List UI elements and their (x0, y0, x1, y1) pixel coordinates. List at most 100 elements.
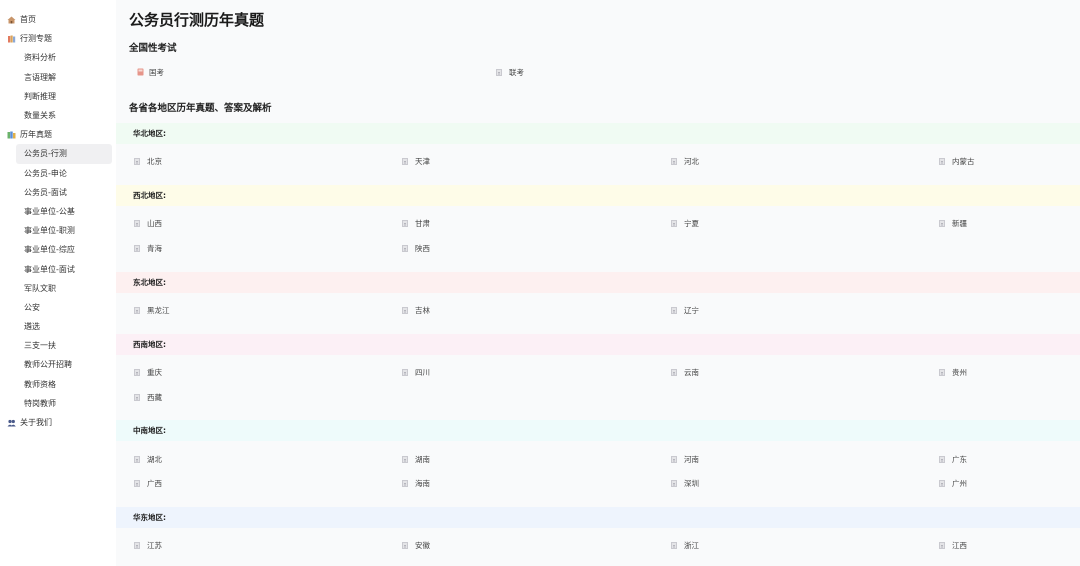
sidebar-item-data-analysis[interactable]: 资料分析 (0, 48, 116, 67)
document-icon (402, 158, 408, 165)
link-jilin[interactable]: 吉林 (402, 305, 430, 316)
document-icon (671, 220, 677, 227)
sidebar-item-reasoning[interactable]: 判断推理 (0, 87, 116, 106)
sidebar-item-label: 关于我们 (20, 418, 52, 428)
link-label: 西藏 (147, 393, 162, 402)
document-icon (671, 307, 677, 314)
document-icon (496, 69, 502, 76)
link-henan[interactable]: 河南 (671, 454, 699, 465)
link-shanxi[interactable]: 山西 (134, 218, 162, 229)
link-sichuan[interactable]: 四川 (402, 367, 430, 378)
sidebar-item-label: 特岗教师 (24, 398, 56, 408)
sidebar-item-teacher-recruit[interactable]: 教师公开招聘 (0, 355, 116, 374)
sidebar-item-public-zhice[interactable]: 事业单位-职测 (0, 221, 116, 240)
link-label: 河北 (684, 157, 699, 166)
link-hebei[interactable]: 河北 (671, 156, 699, 167)
link-beijing[interactable]: 北京 (134, 156, 162, 167)
sidebar-item-label: 言语理解 (24, 72, 56, 82)
sidebar-item-label: 公务员-行测 (24, 149, 67, 159)
link-chongqing[interactable]: 重庆 (134, 367, 162, 378)
sidebar-item-label: 数量关系 (24, 111, 56, 121)
link-guokao[interactable]: 国考 (137, 67, 164, 78)
document-icon (939, 480, 945, 487)
link-heilongjiang[interactable]: 黑龙江 (134, 305, 170, 316)
sidebar-item-label: 判断推理 (24, 91, 56, 101)
main-content: 公务员行测历年真题 全国性考试 国考 联考 各省各地区历年真题、答案及解析 华北… (116, 0, 1080, 566)
link-xinjiang[interactable]: 新疆 (939, 218, 967, 229)
link-hubei[interactable]: 湖北 (134, 454, 162, 465)
sidebar-item-label: 军队文职 (24, 283, 56, 293)
link-zhejiang[interactable]: 浙江 (671, 540, 699, 551)
sidebar-item-label: 首页 (20, 15, 36, 25)
sidebar-item-public-interview[interactable]: 事业单位-面试 (0, 259, 116, 278)
sidebar-item-special-teacher[interactable]: 特岗教师 (0, 394, 116, 413)
link-label: 重庆 (147, 368, 162, 377)
link-label: 甘肃 (415, 219, 430, 228)
document-icon (402, 220, 408, 227)
link-hunan[interactable]: 湖南 (402, 454, 430, 465)
link-shaanxi[interactable]: 陕西 (402, 243, 430, 254)
link-guangzhou[interactable]: 广州 (939, 478, 967, 489)
sidebar-item-label: 行测专题 (20, 34, 52, 44)
sidebar-item-public-zongying[interactable]: 事业单位-综应 (0, 240, 116, 259)
document-icon (402, 542, 408, 549)
sidebar-item-label: 公务员-申论 (24, 168, 67, 178)
sidebar-item-civil-interview[interactable]: 公务员-面试 (0, 183, 116, 202)
link-label: 江苏 (147, 541, 162, 550)
link-label: 山西 (147, 219, 162, 228)
link-liaoning[interactable]: 辽宁 (671, 305, 699, 316)
document-icon (402, 480, 408, 487)
link-shenzhen[interactable]: 深圳 (671, 478, 699, 489)
sidebar-item-selection[interactable]: 遴选 (0, 317, 116, 336)
link-anhui[interactable]: 安徽 (402, 540, 430, 551)
books-stack-icon (7, 131, 16, 139)
document-icon (134, 245, 140, 252)
sidebar-item-civil-xingce[interactable]: 公务员-行测 (16, 144, 112, 164)
sidebar-item-label: 历年真题 (20, 130, 52, 140)
link-label: 黑龙江 (147, 306, 170, 315)
sidebar-item-teacher-cert[interactable]: 教师资格 (0, 375, 116, 394)
link-qinghai[interactable]: 青海 (134, 243, 162, 254)
link-hainan[interactable]: 海南 (402, 478, 430, 489)
sidebar-item-public-gongji[interactable]: 事业单位-公基 (0, 202, 116, 221)
link-label: 内蒙古 (952, 157, 975, 166)
link-label: 云南 (684, 368, 699, 377)
link-guangxi[interactable]: 广西 (134, 478, 162, 489)
link-xizang[interactable]: 西藏 (134, 392, 162, 403)
link-gansu[interactable]: 甘肃 (402, 218, 430, 229)
link-label: 广东 (952, 455, 967, 464)
people-icon (7, 419, 16, 427)
document-icon (671, 369, 677, 376)
sidebar-item-verbal[interactable]: 言语理解 (0, 68, 116, 87)
sidebar-item-quant[interactable]: 数量关系 (0, 106, 116, 125)
sidebar-item-label: 公安 (24, 302, 40, 312)
link-label: 河南 (684, 455, 699, 464)
sidebar-item-label: 事业单位-面试 (24, 264, 75, 274)
link-yunnan[interactable]: 云南 (671, 367, 699, 378)
link-label: 宁夏 (684, 219, 699, 228)
national-exam-heading: 全国性考试 (129, 43, 177, 54)
link-label: 陕西 (415, 244, 430, 253)
document-icon (134, 369, 140, 376)
sidebar-item-civil-shenlun[interactable]: 公务员-申论 (0, 164, 116, 183)
link-tianjin[interactable]: 天津 (402, 156, 430, 167)
sidebar-item-home[interactable]: 首页 (0, 10, 116, 29)
link-guangdong[interactable]: 广东 (939, 454, 967, 465)
link-label: 湖北 (147, 455, 162, 464)
sidebar-item-topics[interactable]: 行测专题 (0, 29, 116, 48)
sidebar-item-military[interactable]: 军队文职 (0, 279, 116, 298)
link-jiangxi[interactable]: 江西 (939, 540, 967, 551)
sidebar-item-sanzhiyifu[interactable]: 三支一扶 (0, 336, 116, 355)
link-liankao[interactable]: 联考 (496, 67, 524, 78)
link-ningxia[interactable]: 宁夏 (671, 218, 699, 229)
link-label: 安徽 (415, 541, 430, 550)
link-guizhou[interactable]: 贵州 (939, 367, 967, 378)
sidebar-item-about[interactable]: 关于我们 (0, 413, 116, 432)
link-jiangsu[interactable]: 江苏 (134, 540, 162, 551)
link-neimenggu[interactable]: 内蒙古 (939, 156, 975, 167)
region-header-east: 华东地区: (116, 507, 1080, 528)
book-icon (137, 68, 144, 78)
sidebar-item-past-papers[interactable]: 历年真题 (0, 125, 116, 144)
sidebar-item-police[interactable]: 公安 (0, 298, 116, 317)
document-icon (134, 394, 140, 401)
